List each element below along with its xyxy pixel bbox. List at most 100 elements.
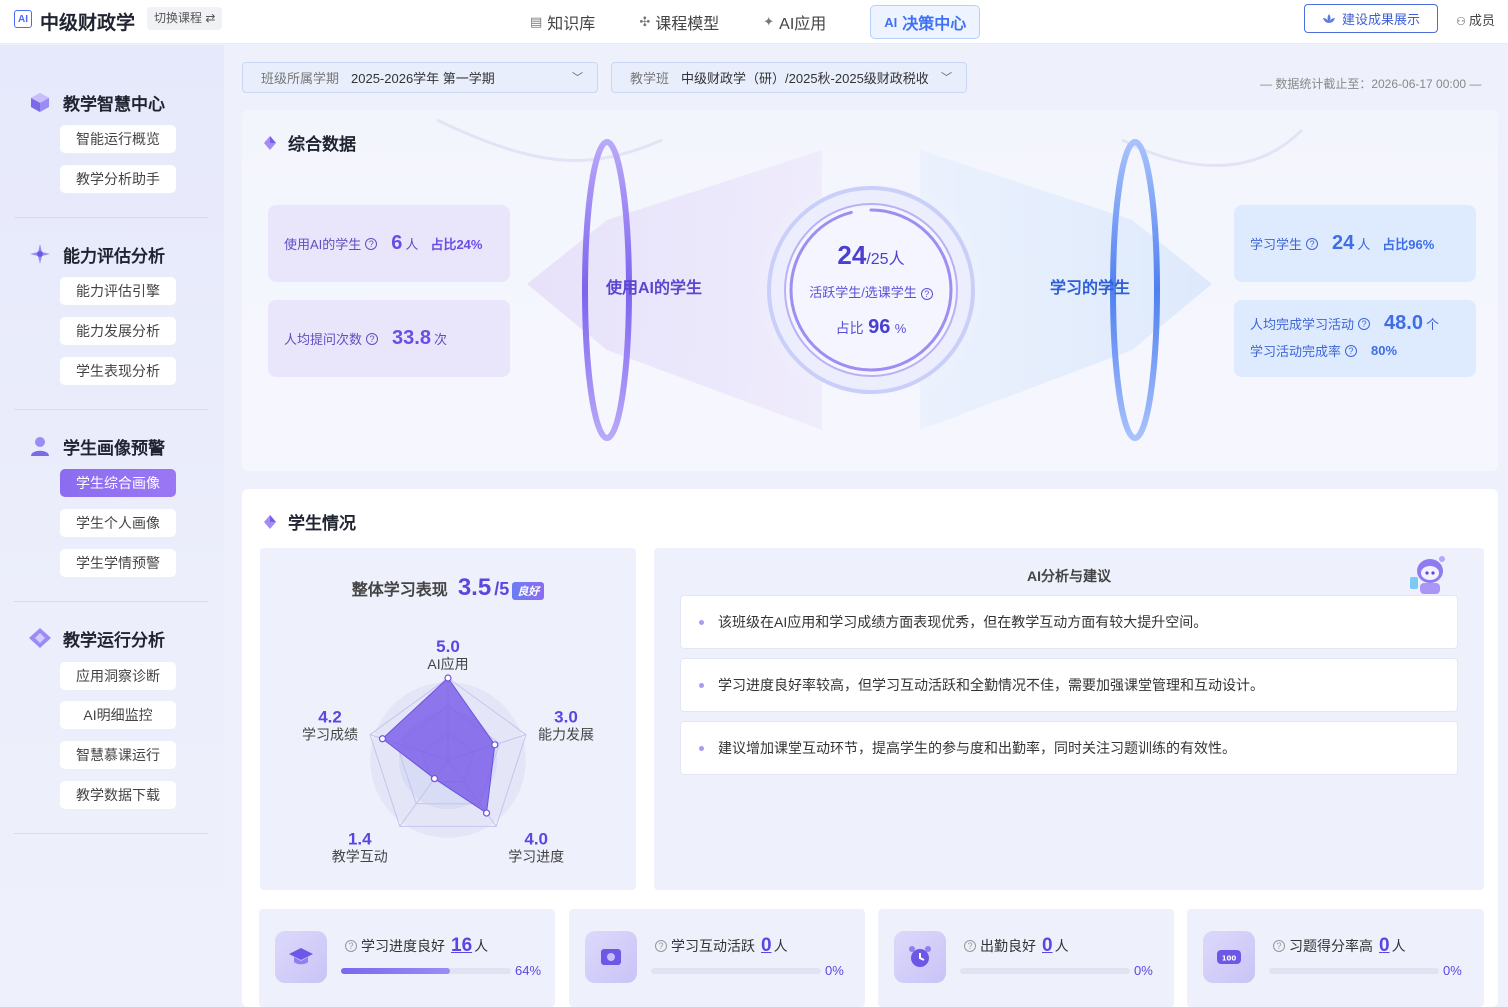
center-active-value: 24 (837, 240, 867, 270)
radar-value-label: 4.2 (318, 708, 342, 727)
sidebar-item-student-warning[interactable]: 学生学情预警 (60, 549, 176, 577)
clock-icon (894, 931, 946, 983)
nav-label: 课程模型 (655, 16, 720, 33)
center-label: 活跃学生/选课学生 (809, 285, 917, 300)
sidebar-divider (14, 601, 208, 602)
radar-value-label: 4.0 (524, 829, 548, 848)
stat-pct: 0% (825, 963, 844, 978)
sidebar-item-analysis-assistant[interactable]: 教学分析助手 (60, 165, 176, 193)
score-100-icon: 100 (1203, 931, 1255, 983)
sidebar-section-title: 教学智慧中心 (63, 94, 165, 114)
star-burst-icon (28, 243, 52, 265)
interaction-icon (585, 931, 637, 983)
help-icon[interactable]: ? (1306, 237, 1319, 250)
learn-students-card: 学习学生 ? 24 人 占比96% (1234, 205, 1476, 282)
build-results-label: 建设成果展示 (1341, 12, 1420, 27)
help-icon[interactable]: ? (366, 332, 379, 345)
sidebar-item-mooc-operation[interactable]: 智慧慕课运行 (60, 741, 176, 769)
switch-course-button[interactable]: 切换课程 ⇄ (147, 7, 223, 30)
sidebar-section-ability: 能力评估分析 (0, 241, 224, 267)
radar-data-point (444, 674, 452, 682)
radar-data-point (378, 735, 387, 743)
stat-value[interactable]: 0 (1379, 935, 1390, 957)
help-icon[interactable]: ? (1273, 940, 1285, 952)
stat-label-row: ? 学习互动活跃 0 人 (655, 935, 788, 957)
help-icon[interactable]: ? (365, 237, 378, 250)
member-button[interactable]: ⚇ 成员 (1456, 10, 1495, 29)
radar-chart: 5.0AI应用 3.0能力发展 4.0学习进度 1.4教学互动 4.2学习成绩 (302, 637, 594, 864)
radar-value-label: 5.0 (436, 637, 460, 656)
nav-course-model[interactable]: ✣ 课程模型 (639, 10, 719, 34)
sidebar-section-operation: 教学运行分析 (0, 625, 224, 651)
ai-suggestion-item: 学习进度良好率较高，但学习互动活跃和全勤情况不佳，需要加强课堂管理和互动设计。 (680, 658, 1458, 712)
activity-value: 48.0 (1384, 312, 1423, 334)
help-icon[interactable]: ? (655, 940, 667, 952)
students-title-text: 学生情况 (288, 514, 356, 533)
stat-unit: 人 (1391, 938, 1406, 954)
stat-value[interactable]: 16 (451, 935, 472, 957)
overall-performance: 整体学习表现 3.5 /5 良好 (260, 574, 636, 602)
radar-value-label: 1.4 (348, 829, 372, 848)
sidebar-section-portrait: 学生画像预警 (0, 433, 224, 459)
help-icon[interactable]: ? (920, 288, 933, 300)
sidebar-item-ai-monitor[interactable]: AI明细监控 (60, 701, 176, 729)
stat-pct: 64% (515, 963, 542, 978)
help-icon[interactable]: ? (1358, 317, 1371, 330)
students-title: 学生情况 (264, 509, 356, 534)
nav-decision-center[interactable]: AI 决策中心 (870, 5, 981, 39)
sidebar-item-student-overall-portrait[interactable]: 学生综合画像 (60, 469, 176, 497)
stat-progress-bar (1269, 968, 1439, 974)
sidebar-item-ability-engine[interactable]: 能力评估引擎 (60, 277, 176, 305)
help-icon[interactable]: ? (964, 940, 976, 952)
radar-axis-label: AI应用 (427, 656, 468, 672)
class-select[interactable]: 教学班 中级财政学（研）/2025秋-2025级财政税收 ﹀ (611, 62, 967, 93)
learn-students-pct: 占比96% (1382, 237, 1435, 252)
stat-label: 习题得分率高 (1289, 938, 1373, 954)
diamond-icon (28, 627, 52, 649)
sidebar-divider (14, 217, 208, 218)
sidebar-item-smart-overview[interactable]: 智能运行概览 (60, 125, 176, 153)
cube-icon (28, 91, 52, 113)
help-icon[interactable]: ? (345, 940, 357, 952)
flower-icon: ✣ (639, 14, 651, 29)
member-label: 成员 (1468, 13, 1495, 28)
lotus-icon (1322, 13, 1335, 23)
stat-label-row: ? 出勤良好 0 人 (964, 935, 1069, 957)
nav-ai-apps[interactable]: ✦ AI应用 (763, 10, 826, 34)
stat-pct: 0% (1134, 963, 1153, 978)
help-icon[interactable]: ? (1345, 344, 1358, 357)
nav-knowledge-base[interactable]: ▤ 知识库 (530, 10, 595, 34)
overall-score: 3.5 (457, 574, 492, 601)
sidebar-item-student-performance[interactable]: 学生表现分析 (60, 357, 176, 385)
rate-label: 学习活动完成率 (1250, 344, 1342, 359)
class-label: 教学班 (630, 71, 670, 86)
questions-value: 33.8 (392, 327, 431, 349)
sidebar-section-teaching-center: 教学智慧中心 (0, 89, 224, 115)
rate-value: 80% (1371, 343, 1398, 358)
nav-label: 决策中心 (902, 16, 967, 33)
sidebar-item-insight-diagnosis[interactable]: 应用洞察诊断 (60, 662, 176, 690)
stat-label: 出勤良好 (980, 938, 1036, 954)
overview-title-text: 综合数据 (288, 135, 356, 154)
term-select[interactable]: 班级所属学期 2025-2026学年 第一学期 ﹀ (242, 62, 598, 93)
stat-progress-bar (341, 968, 511, 974)
radar-axis-label: 学习成绩 (302, 727, 358, 743)
stat-value[interactable]: 0 (1042, 935, 1053, 957)
center-pct-value: 96 (868, 316, 891, 338)
ai-suggestion-item: 该班级在AI应用和学习成绩方面表现优秀，但在教学互动方面有较大提升空间。 (680, 595, 1458, 649)
questions-unit: 次 (433, 332, 447, 347)
sidebar-item-student-personal-portrait[interactable]: 学生个人画像 (60, 509, 176, 537)
chevron-down-icon: ﹀ (572, 72, 583, 84)
build-results-button[interactable]: 建设成果展示 (1304, 4, 1438, 33)
right-caption: 学习的学生 (1050, 280, 1131, 297)
bullet-dot (699, 745, 704, 751)
radar-axis-label: 学习进度 (508, 848, 564, 864)
sidebar-item-ability-development[interactable]: 能力发展分析 (60, 317, 176, 345)
radar-data-point (491, 741, 499, 749)
ai-students-value: 6 (391, 232, 403, 254)
ai-icon: AI (884, 14, 898, 30)
radar-axis-label: 教学互动 (332, 848, 388, 864)
stat-card-attendance: ? 出勤良好 0 人 0% (878, 909, 1174, 1007)
sidebar-item-data-download[interactable]: 教学数据下载 (60, 781, 176, 809)
stat-value[interactable]: 0 (761, 935, 772, 957)
